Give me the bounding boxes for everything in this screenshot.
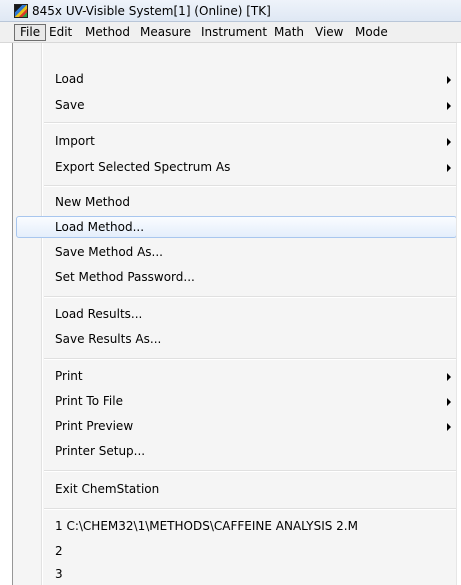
submenu-arrow-icon bbox=[447, 76, 451, 84]
menu-item-label: Print bbox=[55, 369, 83, 383]
menu-item-label: Save bbox=[55, 98, 85, 112]
menu-item-label: Save Results As... bbox=[55, 332, 162, 346]
menu-item-label: 3 bbox=[55, 567, 63, 581]
window-title: 845x UV-Visible System[1] (Online) [TK] bbox=[32, 4, 271, 18]
menu-item-export-selected-spectrum[interactable]: Export Selected Spectrum As bbox=[16, 156, 457, 178]
menu-edit[interactable]: Edit bbox=[44, 24, 77, 41]
menu-file[interactable]: File bbox=[14, 24, 47, 41]
menu-instrument[interactable]: Instrument bbox=[196, 24, 272, 41]
menu-item-new-method[interactable]: New Method bbox=[16, 191, 457, 213]
submenu-arrow-icon bbox=[447, 423, 451, 431]
menu-item-recent-file-3[interactable]: 3 bbox=[16, 563, 457, 585]
menu-separator bbox=[44, 358, 457, 360]
menu-item-exit-chemstation[interactable]: Exit ChemStation bbox=[16, 478, 457, 500]
menu-item-print-to-file[interactable]: Print To File bbox=[16, 390, 457, 412]
menu-item-save-method-as[interactable]: Save Method As... bbox=[16, 241, 457, 263]
menu-item-load[interactable]: Load bbox=[16, 68, 457, 90]
menu-view[interactable]: View bbox=[310, 24, 348, 41]
menu-item-label: Load bbox=[55, 72, 84, 86]
menu-item-label: Set Method Password... bbox=[55, 270, 195, 284]
menu-separator bbox=[44, 508, 457, 510]
menu-item-printer-setup[interactable]: Printer Setup... bbox=[16, 440, 457, 462]
chemstation-app-icon[interactable] bbox=[14, 4, 28, 18]
menu-item-label: 2 bbox=[55, 544, 63, 558]
submenu-arrow-icon bbox=[447, 102, 451, 110]
menu-item-label: Load Results... bbox=[55, 307, 143, 321]
menu-measure[interactable]: Measure bbox=[135, 24, 196, 41]
menu-item-print[interactable]: Print bbox=[16, 365, 457, 387]
background-window-edge bbox=[456, 43, 461, 585]
menu-separator bbox=[44, 185, 457, 187]
menu-bar: File Edit Method Measure Instrument Math… bbox=[0, 22, 461, 43]
menu-item-label: 1 C:\CHEM32\1\METHODS\CAFFEINE ANALYSIS … bbox=[55, 519, 358, 533]
menu-item-label: Exit ChemStation bbox=[55, 482, 160, 496]
menu-separator bbox=[44, 122, 457, 124]
menu-item-save-results-as[interactable]: Save Results As... bbox=[16, 328, 457, 350]
menu-item-label: Printer Setup... bbox=[55, 444, 146, 458]
menu-item-load-results[interactable]: Load Results... bbox=[16, 303, 457, 325]
menu-item-import[interactable]: Import bbox=[16, 130, 457, 152]
menu-item-label: Import bbox=[55, 134, 95, 148]
menu-item-label: Print To File bbox=[55, 394, 123, 408]
menu-mode[interactable]: Mode bbox=[350, 24, 393, 41]
menu-item-set-method-password[interactable]: Set Method Password... bbox=[16, 266, 457, 288]
file-menu-dropdown: Load Save Import Export Selected Spectru… bbox=[12, 43, 461, 585]
menu-item-print-preview[interactable]: Print Preview bbox=[16, 415, 457, 437]
menu-item-recent-file-1[interactable]: 1 C:\CHEM32\1\METHODS\CAFFEINE ANALYSIS … bbox=[16, 515, 457, 537]
menu-item-label: Save Method As... bbox=[55, 245, 163, 259]
submenu-arrow-icon bbox=[447, 138, 451, 146]
menu-item-load-method[interactable]: Load Method... bbox=[16, 216, 457, 238]
submenu-arrow-icon bbox=[447, 373, 451, 381]
submenu-arrow-icon bbox=[447, 398, 451, 406]
menu-item-label: Load Method... bbox=[55, 220, 145, 234]
submenu-arrow-icon bbox=[447, 164, 451, 172]
menu-item-label: New Method bbox=[55, 195, 130, 209]
menu-separator bbox=[44, 296, 457, 298]
menu-separator bbox=[44, 470, 457, 472]
menu-method[interactable]: Method bbox=[80, 24, 135, 41]
menu-math[interactable]: Math bbox=[269, 24, 309, 41]
menu-item-label: Export Selected Spectrum As bbox=[55, 160, 231, 174]
menu-item-save[interactable]: Save bbox=[16, 94, 457, 116]
title-bar: 845x UV-Visible System[1] (Online) [TK] bbox=[0, 0, 461, 22]
menu-item-label: Print Preview bbox=[55, 419, 134, 433]
menu-item-recent-file-2[interactable]: 2 bbox=[16, 540, 457, 562]
